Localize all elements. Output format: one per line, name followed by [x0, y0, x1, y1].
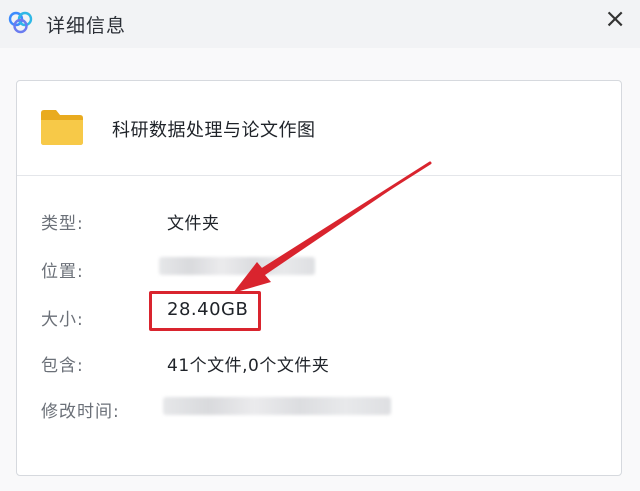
file-name: 科研数据处理与论文作图	[112, 120, 316, 141]
close-button[interactable]: ×	[604, 6, 626, 32]
folder-icon	[41, 110, 83, 145]
title-bar: 详细信息 ×	[0, 0, 640, 48]
type-label: 类型:	[41, 214, 84, 234]
cloud-logo-icon	[8, 11, 33, 34]
location-value-redacted	[159, 257, 315, 275]
type-value: 文件夹	[167, 214, 220, 234]
contains-value: 41个文件,0个文件夹	[167, 356, 330, 376]
window-title: 详细信息	[46, 15, 127, 37]
modified-label: 修改时间:	[41, 402, 120, 422]
details-card: 科研数据处理与论文作图 类型: 文件夹 位置: 大小: 28.40GB 包含: …	[16, 80, 622, 476]
size-value: 28.40GB	[167, 299, 249, 320]
contains-label: 包含:	[41, 356, 84, 376]
location-label: 位置:	[41, 262, 84, 282]
modified-value-redacted	[163, 397, 391, 415]
divider	[17, 175, 621, 176]
details-panel: 科研数据处理与论文作图 类型: 文件夹 位置: 大小: 28.40GB 包含: …	[0, 48, 640, 491]
size-label: 大小:	[41, 310, 84, 330]
